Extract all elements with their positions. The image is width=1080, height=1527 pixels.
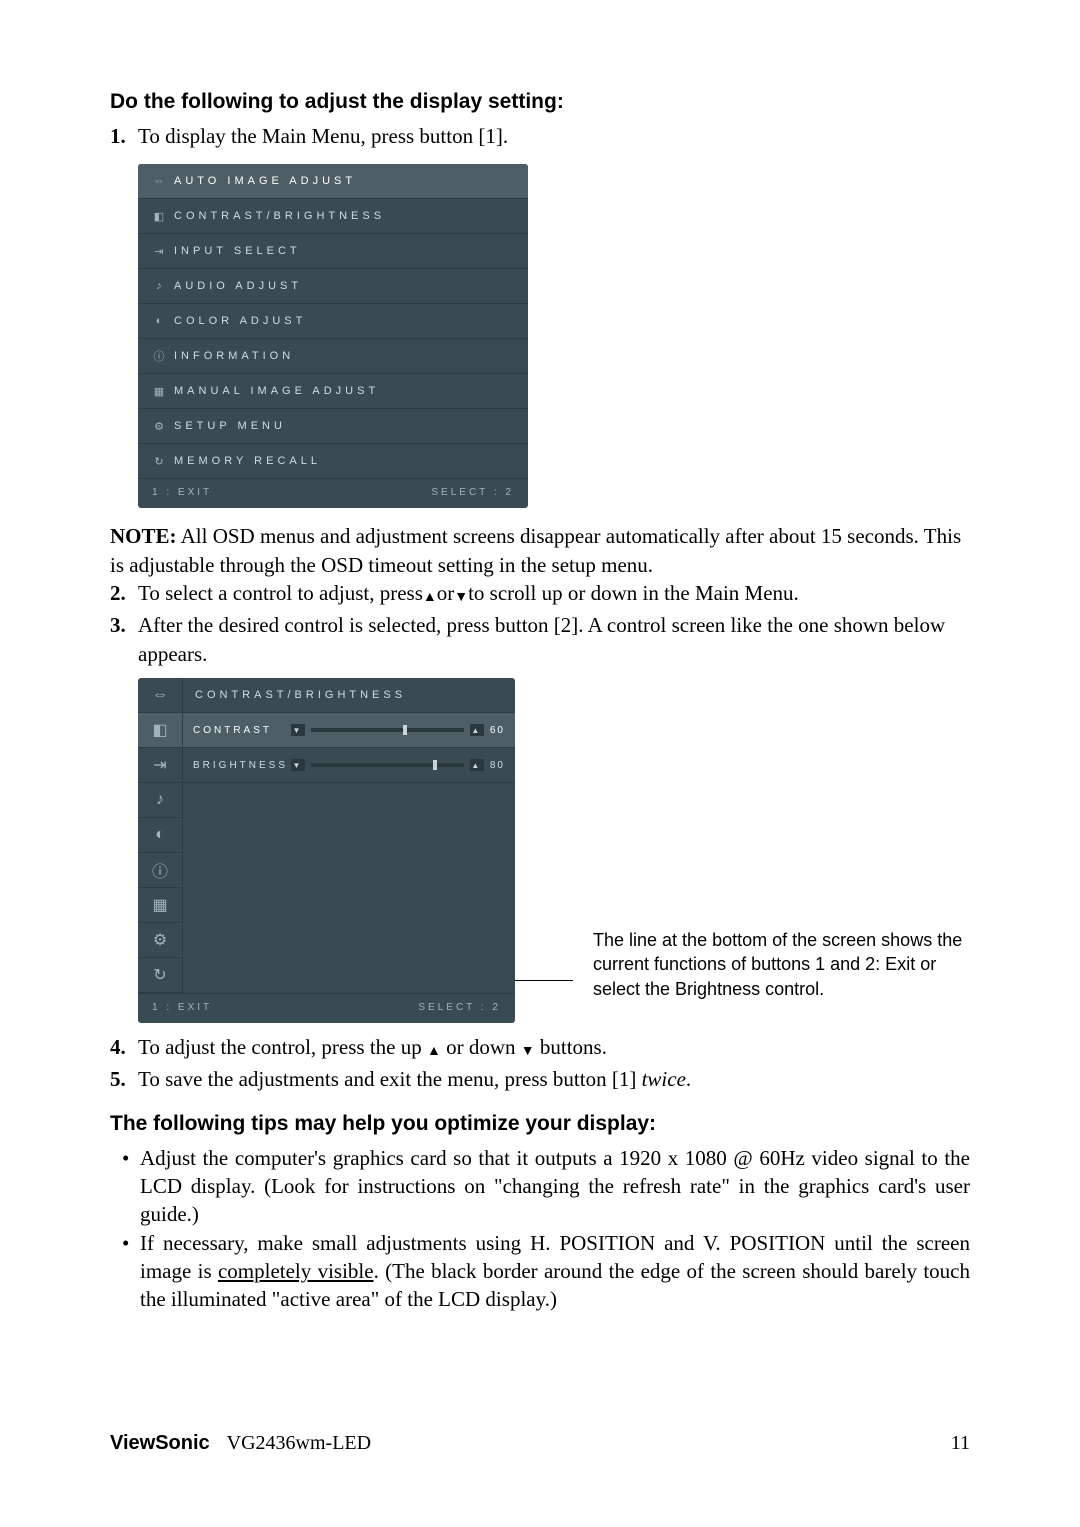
decrease-icon[interactable]: ▼ [291, 724, 305, 736]
step-text: To select a control to adjust, press▲or▼… [138, 579, 970, 607]
osd-item-label: AUTO IMAGE ADJUST [174, 175, 518, 187]
triangle-up-icon: ▲ [427, 1045, 441, 1059]
completely-visible: completely visible [218, 1259, 374, 1283]
step-4: 4. To adjust the control, press the up ▲… [110, 1033, 970, 1061]
step-num: 5. [110, 1065, 138, 1093]
page-number: 11 [951, 1432, 970, 1455]
osd-item-icon: ↻ [148, 455, 174, 468]
osd-callout-row: ⇔◧⇥♪◐ⓘ▦⚙↻CONTRAST/BRIGHTNESSCONTRAST▼▲60… [138, 678, 970, 1023]
osd-item-icon: ⓘ [148, 348, 174, 364]
osd-value: 60 [490, 725, 505, 736]
osd-item-icon: ◧ [148, 210, 174, 223]
osd-select: SELECT : 2 [418, 1002, 501, 1013]
osd-menu-item[interactable]: ♪AUDIO ADJUST [138, 269, 528, 304]
osd-item-icon: ⇥ [148, 245, 174, 258]
step-text: To save the adjustments and exit the men… [138, 1065, 970, 1093]
step-5: 5. To save the adjustments and exit the … [110, 1065, 970, 1093]
osd-menu-item[interactable]: ⓘINFORMATION [138, 339, 528, 374]
osd-slider[interactable] [311, 728, 464, 732]
osd-select: SELECT : 2 [431, 487, 514, 498]
osd-icon[interactable]: ♪ [138, 783, 182, 818]
increase-icon[interactable]: ▲ [470, 724, 484, 736]
osd-main-menu: ⇔AUTO IMAGE ADJUST◧CONTRAST/BRIGHTNESS⇥I… [138, 164, 528, 508]
osd-item-label: MEMORY RECALL [174, 455, 518, 467]
osd-menu-item[interactable]: ↻MEMORY RECALL [138, 444, 528, 479]
step-text: To display the Main Menu, press button [… [138, 122, 970, 150]
osd-control-label: CONTRAST [193, 725, 289, 736]
osd-control-row[interactable]: CONTRAST▼ ▲ 60 [183, 713, 515, 748]
footer-brand: ViewSonic [110, 1432, 210, 1454]
tip-text: Adjust the computer's graphics card so t… [140, 1144, 970, 1229]
step-2: 2. To select a control to adjust, press▲… [110, 579, 970, 607]
osd-item-icon: ⚙ [148, 420, 174, 433]
step-num: 3. [110, 611, 138, 668]
osd-icon[interactable]: ◧ [138, 713, 182, 748]
osd-contrast-brightness: ⇔◧⇥♪◐ⓘ▦⚙↻CONTRAST/BRIGHTNESSCONTRAST▼▲60… [138, 678, 515, 1023]
osd-menu-item[interactable]: ▦MANUAL IMAGE ADJUST [138, 374, 528, 409]
osd-icon[interactable]: ⓘ [138, 853, 182, 888]
osd-menu-item[interactable]: ◧CONTRAST/BRIGHTNESS [138, 199, 528, 234]
osd-item-icon: ♪ [148, 280, 174, 292]
osd-menu-item[interactable]: ⚙SETUP MENU [138, 409, 528, 444]
osd-item-label: MANUAL IMAGE ADJUST [174, 385, 518, 397]
bullet-dot: • [122, 1229, 140, 1314]
osd-value: 80 [490, 760, 505, 771]
osd-icon[interactable]: ⚙ [138, 923, 182, 958]
step-text: To adjust the control, press the up ▲ or… [138, 1033, 970, 1061]
osd-item-icon: ◐ [148, 315, 174, 327]
osd-item-icon: ⇔ [148, 175, 174, 187]
osd-panel-title: CONTRAST/BRIGHTNESS [183, 678, 515, 713]
tip-1: • Adjust the computer's graphics card so… [122, 1144, 970, 1229]
step-1: 1. To display the Main Menu, press butto… [110, 122, 970, 150]
decrease-icon[interactable]: ▼ [291, 759, 305, 771]
osd-exit: 1 : EXIT [152, 1002, 212, 1013]
note: NOTE: All OSD menus and adjustment scree… [110, 522, 970, 579]
osd-exit: 1 : EXIT [152, 487, 212, 498]
heading-tips: The following tips may help you optimize… [110, 1112, 970, 1136]
osd-item-icon: ▦ [148, 385, 174, 398]
osd-menu-item[interactable]: ⇥INPUT SELECT [138, 234, 528, 269]
osd-icon-column: ⇔◧⇥♪◐ⓘ▦⚙↻ [138, 678, 183, 993]
osd-icon[interactable]: ⇥ [138, 748, 182, 783]
note-text: All OSD menus and adjustment screens dis… [110, 524, 961, 576]
step-num: 1. [110, 122, 138, 150]
osd-icon[interactable]: ↻ [138, 958, 182, 993]
osd-footer: 1 : EXIT SELECT : 2 [138, 479, 528, 508]
heading-adjust: Do the following to adjust the display s… [110, 90, 970, 114]
osd-control-row[interactable]: BRIGHTNESS▼ ▲ 80 [183, 748, 515, 783]
note-label: NOTE: [110, 524, 177, 548]
osd-icon[interactable]: ◐ [138, 818, 182, 853]
triangle-down-icon: ▼ [454, 591, 468, 605]
page-footer: ViewSonic VG2436wm-LED 11 [110, 1432, 970, 1455]
step-num: 2. [110, 579, 138, 607]
callout-text: The line at the bottom of the screen sho… [593, 928, 970, 1001]
osd-item-label: COLOR ADJUST [174, 315, 518, 327]
osd-control-label: BRIGHTNESS [193, 760, 289, 771]
osd-item-label: AUDIO ADJUST [174, 280, 518, 292]
triangle-up-icon: ▲ [423, 591, 437, 605]
callout-leader [515, 980, 573, 981]
tip-text: If necessary, make small adjustments usi… [140, 1229, 970, 1314]
osd-footer: 1 : EXIT SELECT : 2 [138, 993, 515, 1023]
triangle-down-icon: ▼ [521, 1045, 535, 1059]
increase-icon[interactable]: ▲ [470, 759, 484, 771]
tip-2: • If necessary, make small adjustments u… [122, 1229, 970, 1314]
osd-icon[interactable]: ⇔ [138, 678, 182, 713]
osd-slider[interactable] [311, 763, 464, 767]
step-num: 4. [110, 1033, 138, 1061]
twice-italic: twice [642, 1067, 686, 1091]
footer-model: VG2436wm-LED [227, 1432, 371, 1454]
osd-item-label: INFORMATION [174, 350, 518, 362]
step-text: After the desired control is selected, p… [138, 611, 970, 668]
bullet-dot: • [122, 1144, 140, 1229]
osd-item-label: CONTRAST/BRIGHTNESS [174, 210, 518, 222]
step-3: 3. After the desired control is selected… [110, 611, 970, 668]
osd-menu-item[interactable]: ⇔AUTO IMAGE ADJUST [138, 164, 528, 199]
osd-menu-item[interactable]: ◐COLOR ADJUST [138, 304, 528, 339]
osd-item-label: INPUT SELECT [174, 245, 518, 257]
osd-icon[interactable]: ▦ [138, 888, 182, 923]
osd-item-label: SETUP MENU [174, 420, 518, 432]
